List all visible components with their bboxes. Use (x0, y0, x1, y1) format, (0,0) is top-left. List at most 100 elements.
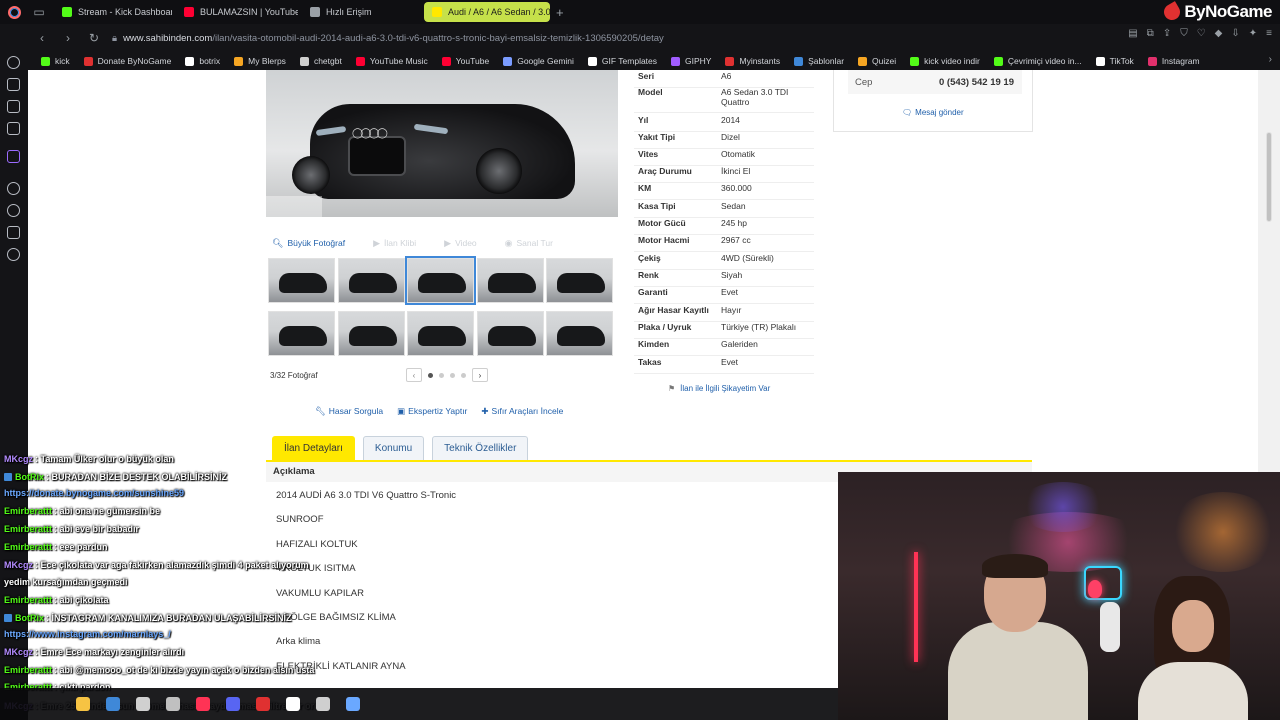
bookmark-item[interactable]: Google Gemini (496, 56, 581, 66)
file-explorer-icon[interactable] (76, 697, 90, 711)
media-tab-3[interactable]: ◉ Sanal Tur (505, 238, 553, 249)
bookmark-item[interactable]: chetgbt (293, 56, 349, 66)
discord-icon[interactable] (226, 697, 240, 711)
spec-key: Motor Hacmi (638, 235, 690, 245)
page-dot[interactable] (461, 372, 466, 378)
chat-message: yedim kursağımdan geçmedi (4, 577, 128, 587)
spec-row: Yıl 2014 (634, 115, 814, 132)
tool-icon[interactable] (136, 697, 150, 711)
person-head (1172, 600, 1214, 652)
reader-icon[interactable]: ▤ (1128, 28, 1137, 39)
download-icon[interactable]: ⇩ (1231, 28, 1239, 39)
browser-tab[interactable]: Stream - Kick Dashboard (54, 2, 172, 22)
media-tab-0[interactable]: 🔍︎ Büyük Fotoğraf (272, 238, 345, 249)
photo-thumbnail[interactable] (337, 311, 405, 356)
bookmark-item[interactable]: TikTok (1089, 56, 1141, 66)
sidebar-player-icon[interactable] (7, 122, 20, 135)
photo-thumbnail[interactable] (476, 311, 544, 356)
bookmark-item[interactable]: Myinstants (718, 56, 787, 66)
reload-button[interactable]: ↻ (84, 28, 104, 48)
app-icon[interactable] (196, 697, 210, 711)
media-tab-1[interactable]: ▶ İlan Klibi (373, 238, 416, 249)
photo-thumbnail[interactable] (476, 258, 544, 303)
share-icon[interactable]: ⇪ (1163, 28, 1171, 39)
tool-link[interactable]: 🔧︎ Hasar Sorgula (315, 406, 383, 417)
photo-thumbnail[interactable] (407, 311, 474, 356)
url-field[interactable]: 🔒︎ www.sahibinden.com/ilan/vasita-otomob… (112, 28, 664, 48)
bookmark-favicon-icon (503, 56, 513, 66)
snapshot-icon[interactable]: ⧉ (1147, 28, 1154, 39)
forward-button[interactable]: › (58, 28, 78, 48)
opera-logo-icon[interactable] (0, 0, 28, 24)
back-button[interactable]: ‹ (32, 28, 52, 48)
spec-value: Evet (721, 357, 739, 367)
photo-thumbnail[interactable] (268, 258, 335, 303)
bookmark-item[interactable]: kick video indir (903, 56, 987, 66)
tool-link[interactable]: ▣ Ekspertiz Yaptır (397, 406, 467, 417)
bookmark-item[interactable]: Instagram (1141, 56, 1207, 66)
chat-text: : abi çikolata (54, 595, 109, 605)
settings-icon[interactable] (316, 697, 330, 711)
tool-link[interactable]: ✚ Sıfır Araçları İncele (481, 406, 563, 417)
spec-row: Kasa Tipi Sedan (634, 201, 814, 218)
browser-tab[interactable]: BULAMAZSIN | YouTube (176, 2, 298, 22)
bookmark-item[interactable]: Şablonlar (787, 56, 851, 66)
paint-icon[interactable] (106, 697, 120, 711)
bookmark-item[interactable]: Çevrimiçi video in... (987, 56, 1089, 66)
chat-text: : Ece çikolata var aga fakirken alamazdı… (35, 560, 309, 570)
sidebar-workspace-icon[interactable] (7, 78, 20, 91)
chat-text: : abi @memooo_ot de ki bizde yayın açak … (54, 665, 315, 675)
chat-message: https://www.instagram.com/marnlays_/ (4, 629, 171, 639)
media-tab-2[interactable]: ▶ Video (444, 238, 477, 249)
bookmark-item[interactable]: YouTube (435, 56, 496, 66)
photo-thumbnail[interactable] (546, 311, 613, 356)
send-message-link[interactable]: 🗨︎ Mesaj gönder (902, 108, 964, 117)
next-page-button[interactable]: › (472, 368, 488, 382)
bookmark-item[interactable]: GIPHY (664, 56, 718, 66)
new-tab-button[interactable]: + (556, 5, 564, 20)
photo-thumbnail[interactable] (337, 258, 405, 303)
sidebar-extensions-icon[interactable] (7, 226, 20, 239)
record-icon[interactable] (256, 697, 270, 711)
ai-icon[interactable]: ✦ (1249, 28, 1257, 39)
photo-thumbnail[interactable] (405, 256, 476, 305)
photo-thumbnail[interactable] (546, 258, 613, 303)
wheel (292, 156, 330, 194)
bookmark-item[interactable]: kick (34, 56, 77, 66)
bookmark-item[interactable]: GIF Templates (581, 56, 664, 66)
bookmarks-more-icon[interactable]: › (1269, 54, 1272, 65)
prev-page-button[interactable]: ‹ (406, 368, 422, 382)
bookmark-item[interactable]: botrix (178, 56, 227, 66)
bookmark-label: GIPHY (685, 56, 712, 66)
menu-icon[interactable]: ≡ (1266, 28, 1272, 39)
tab-label: Audi / A6 / A6 Sedan / 3.0 (448, 7, 550, 17)
browser-tab[interactable]: Hızlı Erişim (302, 2, 420, 22)
sidebar-play-icon[interactable] (7, 182, 20, 195)
app-icon[interactable] (166, 697, 180, 711)
globe-icon[interactable] (346, 697, 360, 711)
complaint-link[interactable]: ⚑ İlan ile İlgili Şikayetim Var (668, 384, 770, 393)
sidebar-twitch-icon[interactable] (7, 150, 20, 163)
browser-tab[interactable]: Audi / A6 / A6 Sedan / 3.0 (424, 2, 550, 22)
extensions-icon[interactable]: ◆ (1215, 28, 1223, 39)
bookmark-icon[interactable]: ♡ (1197, 28, 1206, 39)
app-icon[interactable] (286, 697, 300, 711)
sidebar-settings-icon[interactable] (7, 248, 20, 261)
bookmark-item[interactable]: Donate ByNoGame (77, 56, 179, 66)
page-dot[interactable] (428, 372, 433, 378)
sidebar-history-icon[interactable] (7, 204, 20, 217)
bookmark-item[interactable]: My Blerps (227, 56, 293, 66)
page-dot[interactable] (439, 372, 444, 378)
bookmark-item[interactable]: Quizei (851, 56, 903, 66)
main-photo[interactable]: ◯◯◯◯ (266, 70, 618, 217)
phone-number[interactable]: 0 (543) 542 19 19 (939, 77, 1014, 88)
photo-thumbnail[interactable] (268, 311, 335, 356)
detail-tab[interactable]: Teknik Özellikler (432, 436, 529, 460)
bookmark-item[interactable]: YouTube Music (349, 56, 435, 66)
page-dot[interactable] (450, 372, 455, 378)
sidebar-app-icon[interactable] (7, 100, 20, 113)
scrollbar-thumb[interactable] (1266, 132, 1272, 222)
sidebar-messenger-icon[interactable] (7, 56, 20, 69)
adblock-icon[interactable]: ⛉ (1180, 28, 1188, 39)
tab-menu-icon[interactable]: ▭ (28, 0, 50, 24)
